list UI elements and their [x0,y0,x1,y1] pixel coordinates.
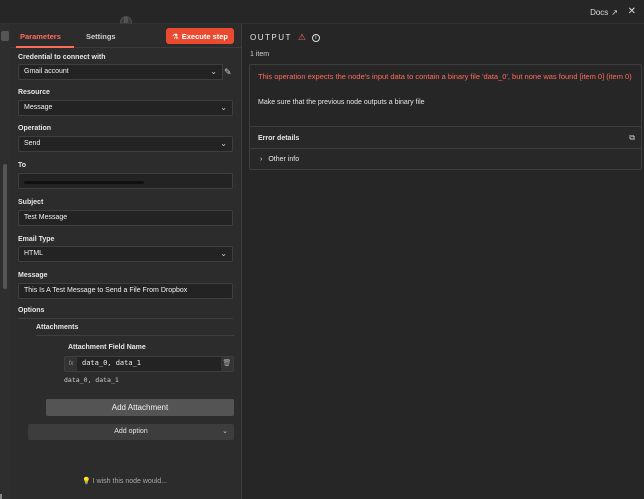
output-panel: OUTPUT ⚠ i 1 item This operation expects… [242,24,644,499]
tab-settings[interactable]: Settings [86,32,116,41]
chevron-down-icon: ⌄ [220,139,227,148]
message-value: This Is A Test Message to Send a File Fr… [24,287,188,294]
docs-label: Docs [590,8,609,17]
error-details-title: Error details [258,135,300,142]
error-details-header: Error details ⧉ [250,127,641,149]
pencil-icon[interactable]: ✎ [224,67,232,78]
other-info-toggle[interactable]: › Other info [260,156,299,163]
options-divider [18,318,233,319]
top-bar: Docs ↗ ✕ [0,0,644,24]
resource-value: Message [24,104,53,111]
credential-value: Gmail account [24,68,69,75]
copy-icon[interactable]: ⧉ [629,133,635,143]
close-icon[interactable]: ✕ [628,6,636,17]
info-icon[interactable]: i [311,33,320,42]
add-attachment-button[interactable]: Add Attachment [46,399,234,416]
resource-select[interactable]: Message ⌄ [18,100,233,116]
error-details-panel: Error details ⧉ › Other info [249,126,642,170]
docs-link[interactable]: Docs ↗ [590,8,618,17]
chevron-right-icon: › [260,156,263,163]
chevron-down-icon: ⌄ [210,67,217,76]
to-label: To [18,162,27,169]
feedback-link[interactable]: 💡 I wish this node would... [82,477,167,485]
scrollbar[interactable] [3,164,7,289]
subject-field[interactable]: Test Message [18,210,233,226]
attachment-field-value: data_0, data_1 [82,359,142,367]
output-title: OUTPUT [250,33,292,42]
tab-bar: Parameters Settings ⚗ Execute step [10,24,242,48]
credential-label: Credential to connect with [18,54,106,61]
chevron-down-icon: ⌄ [220,249,227,258]
execute-step-button[interactable]: ⚗ Execute step [166,28,234,44]
parameters-panel: Parameters Settings ⚗ Execute step Crede… [10,24,242,499]
add-option-button[interactable]: Add option ⌄ [28,424,234,440]
expression-icon[interactable]: fx [65,357,77,371]
attachment-field-input[interactable]: fx data_0, data_1 🗑 [64,356,234,372]
credential-select[interactable]: Gmail account ⌄ [18,64,223,80]
add-option-label: Add option [114,428,148,435]
subject-label: Subject [18,199,44,206]
subject-value: Test Message [24,214,68,221]
panel-tab-handle[interactable] [1,31,9,41]
email-type-label: Email Type [18,236,55,243]
redacted-email [24,181,144,184]
tab-parameters[interactable]: Parameters [20,32,61,41]
error-message: This operation expects the node's input … [258,72,632,81]
operation-value: Send [24,140,41,147]
options-label: Options [18,307,45,314]
output-header: OUTPUT ⚠ i [250,32,320,43]
message-label: Message [18,272,48,279]
chevron-down-icon: ⌄ [220,103,227,112]
operation-select[interactable]: Send ⌄ [18,136,233,152]
canvas-strip [0,24,10,499]
other-info-label: Other info [268,156,300,163]
feedback-label: I wish this node would... [92,478,167,485]
attachments-divider [36,335,234,336]
attachment-field-hint: data_0, data_1 [64,376,119,384]
trash-icon[interactable]: 🗑 [221,357,233,371]
attachment-field-name-label: Attachment Field Name [68,344,146,351]
items-count: 1 item [250,51,270,58]
operation-label: Operation [18,125,52,132]
message-field[interactable]: This Is A Test Message to Send a File Fr… [18,283,233,299]
error-hint: Make sure that the previous node outputs… [258,99,425,106]
execute-step-label: Execute step [181,31,228,41]
active-tab-indicator [16,46,74,48]
email-type-value: HTML [24,250,44,257]
chevron-down-icon: ⌄ [222,428,228,435]
external-link-icon: ↗ [611,8,618,17]
email-type-select[interactable]: HTML ⌄ [18,246,233,262]
lightbulb-icon: 💡 [82,478,91,485]
bottom-scroll-indicator [0,494,2,499]
warning-icon: ⚠ [297,32,306,42]
flask-icon: ⚗ [171,31,179,41]
resource-label: Resource [18,89,50,96]
attachments-label: Attachments [36,324,79,331]
